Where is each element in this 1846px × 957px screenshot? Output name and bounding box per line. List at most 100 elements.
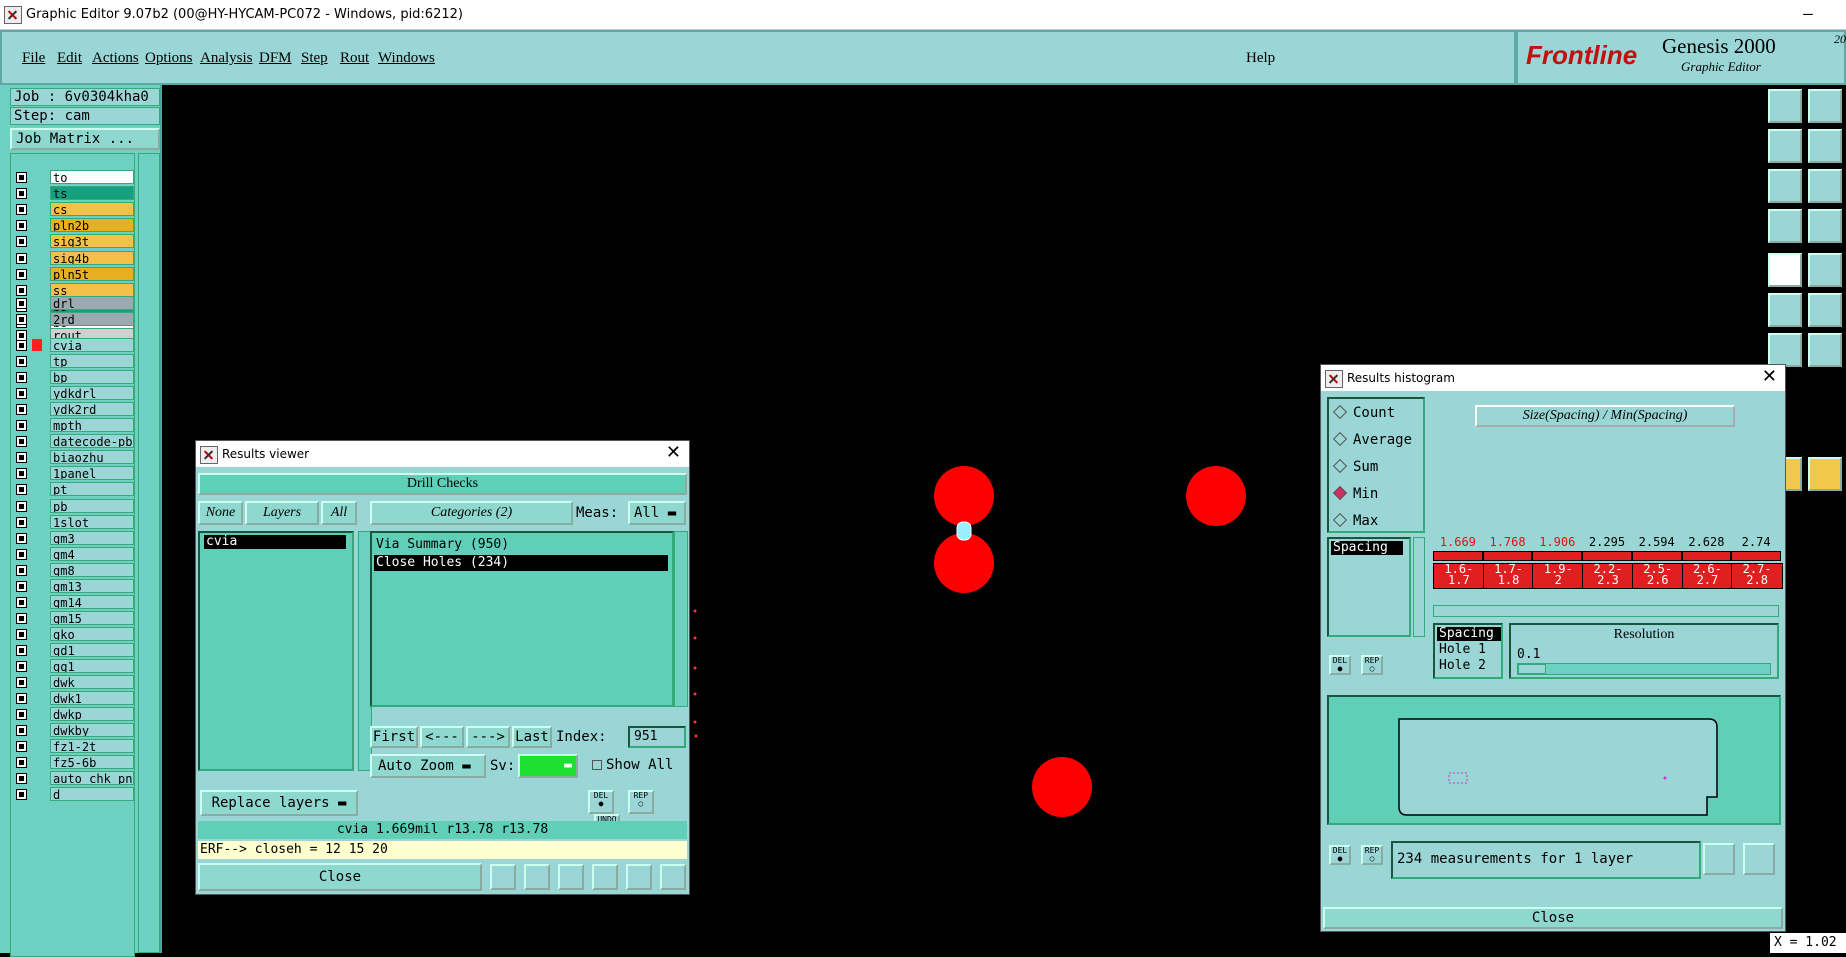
- menu-rout[interactable]: Rout: [340, 50, 369, 67]
- layer-row[interactable]: sig4b: [16, 250, 134, 266]
- layer-checkbox[interactable]: [16, 356, 27, 368]
- line-icon[interactable]: [1768, 333, 1802, 367]
- histogram-icon[interactable]: [1743, 843, 1775, 875]
- del-button[interactable]: DEL ●: [588, 790, 614, 814]
- layer-row[interactable]: drl: [16, 296, 134, 311]
- layer-name[interactable]: dwk: [50, 675, 134, 690]
- layer-checkbox[interactable]: [16, 236, 27, 248]
- layer-row[interactable]: pt: [16, 482, 134, 497]
- histogram-bin[interactable]: 1.7- 1.8: [1482, 563, 1535, 589]
- pan-right-icon[interactable]: [1808, 129, 1842, 163]
- menu-edit[interactable]: Edit: [57, 50, 82, 67]
- layer-row[interactable]: datecode-pbe: [16, 434, 134, 449]
- layer-row[interactable]: pb: [16, 498, 134, 514]
- histogram-bin[interactable]: 2.7- 2.8: [1731, 563, 1783, 589]
- layer-checkbox[interactable]: [16, 268, 27, 280]
- layer-name[interactable]: 2rd: [50, 312, 134, 327]
- layer-name[interactable]: gd1: [50, 642, 134, 657]
- layer-row[interactable]: 1panel: [16, 466, 134, 481]
- histogram-bar[interactable]: [1582, 551, 1632, 561]
- fit-profile-icon[interactable]: [1808, 169, 1842, 203]
- layer-row[interactable]: tp: [16, 354, 134, 369]
- layer-checkbox[interactable]: [16, 404, 27, 416]
- all-button[interactable]: All: [321, 501, 357, 525]
- category-scrollbar[interactable]: [1413, 537, 1425, 637]
- layer-row[interactable]: dwk1: [16, 691, 134, 706]
- layer-checkbox[interactable]: [16, 580, 27, 592]
- layer-checkbox[interactable]: [16, 484, 27, 496]
- layer-name[interactable]: dwk1: [50, 691, 134, 706]
- layer-checkbox[interactable]: [16, 204, 27, 216]
- menu-file[interactable]: File: [22, 50, 45, 67]
- layer-row[interactable]: 1slot: [16, 514, 134, 530]
- layer-name[interactable]: gm3: [50, 530, 134, 545]
- layer-name[interactable]: bp: [50, 370, 134, 385]
- layer-name[interactable]: datecode-pbe: [50, 434, 134, 449]
- layer-name[interactable]: ss: [50, 282, 134, 297]
- histogram-bar[interactable]: [1532, 551, 1583, 561]
- layer-checkbox[interactable]: [16, 628, 27, 640]
- layer-checkbox[interactable]: [16, 532, 27, 544]
- layer-name[interactable]: cs: [50, 202, 134, 217]
- layer-checkbox[interactable]: [16, 709, 27, 721]
- stat-average[interactable]: Average: [1332, 431, 1412, 448]
- stat-max[interactable]: Max: [1332, 512, 1378, 529]
- layer-row[interactable]: gm13: [16, 578, 134, 594]
- layer-row[interactable]: gm14: [16, 594, 134, 610]
- layer-name[interactable]: ydkdrl: [50, 386, 134, 401]
- list-item[interactable]: Close Holes (234): [374, 555, 668, 571]
- layer-checkbox[interactable]: [16, 596, 27, 608]
- layer-checkbox[interactable]: [16, 773, 27, 785]
- slider-thumb[interactable]: [1518, 664, 1546, 674]
- histogram-bar[interactable]: [1433, 551, 1483, 561]
- layer-row[interactable]: dwkby: [16, 723, 134, 738]
- layer-row[interactable]: ts: [16, 186, 134, 201]
- layer-checkbox[interactable]: [16, 298, 27, 309]
- layer-row[interactable]: fz1-2t: [16, 739, 134, 754]
- layer-name[interactable]: biaozhu: [50, 450, 134, 465]
- layer-row[interactable]: gko: [16, 626, 134, 642]
- del-button[interactable]: DEL ●: [1329, 655, 1351, 675]
- drill-pad[interactable]: [934, 466, 994, 526]
- stat-count[interactable]: Count: [1332, 404, 1395, 421]
- layer-checkbox[interactable]: [16, 220, 27, 232]
- list-item[interactable]: cvia: [204, 535, 346, 549]
- index-field[interactable]: 951: [628, 726, 686, 748]
- list-item[interactable]: Hole 2: [1437, 659, 1499, 673]
- histogram-bar[interactable]: [1482, 551, 1533, 561]
- layer-name[interactable]: gm15: [50, 610, 134, 625]
- close-button[interactable]: Close: [198, 863, 482, 891]
- layer-row[interactable]: gm15: [16, 610, 134, 626]
- layer-name[interactable]: tp: [50, 354, 134, 369]
- layer-name[interactable]: gm4: [50, 546, 134, 561]
- layer-name[interactable]: gm8: [50, 562, 134, 577]
- tool-icon[interactable]: [626, 864, 652, 890]
- zoom-in-icon[interactable]: [1768, 89, 1802, 123]
- menu-dfm[interactable]: DFM: [259, 50, 292, 67]
- histogram-bar[interactable]: [1681, 551, 1732, 561]
- layer-name[interactable]: to: [50, 170, 134, 184]
- histogram-bin[interactable]: 2.5- 2.6: [1631, 563, 1684, 589]
- layer-checkbox[interactable]: [16, 388, 27, 400]
- list-item[interactable]: Spacing: [1437, 627, 1501, 641]
- layer-name[interactable]: auto_chk_pn: [50, 771, 134, 786]
- minimize-button[interactable]: —: [1798, 0, 1818, 30]
- list-item[interactable]: Spacing: [1331, 541, 1403, 555]
- field-list[interactable]: Spacing Hole 1 Hole 2: [1433, 623, 1503, 679]
- board-preview[interactable]: [1327, 695, 1781, 825]
- layer-row[interactable]: auto_chk_pn: [16, 771, 134, 786]
- layer-row[interactable]: cvia: [16, 338, 134, 353]
- layer-name[interactable]: fz5-6b: [50, 755, 134, 770]
- layer-checkbox[interactable]: [16, 314, 27, 326]
- category-list[interactable]: Spacing: [1327, 537, 1411, 637]
- layer-name[interactable]: sig3t: [50, 234, 134, 249]
- layer-list-scrollbar[interactable]: [138, 153, 160, 953]
- none-button[interactable]: None: [198, 501, 243, 525]
- layer-name[interactable]: ts: [50, 186, 134, 201]
- fit-screen-icon[interactable]: [1768, 169, 1802, 203]
- histogram-bin[interactable]: 1.6- 1.7: [1433, 563, 1485, 589]
- sv-select[interactable]: ▬: [518, 754, 578, 778]
- drill-pad[interactable]: [1032, 757, 1092, 817]
- layer-name[interactable]: fz1-2t: [50, 739, 134, 754]
- meas-select[interactable]: All ▬: [628, 501, 686, 525]
